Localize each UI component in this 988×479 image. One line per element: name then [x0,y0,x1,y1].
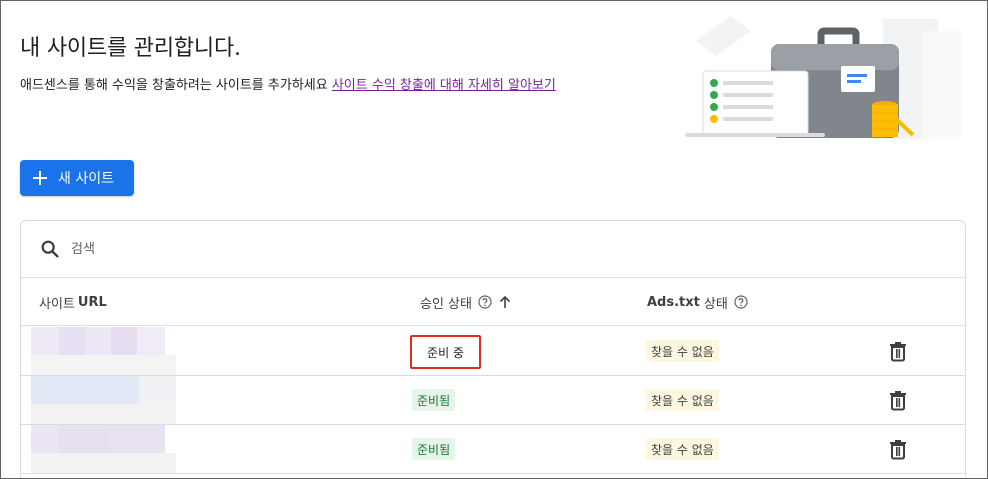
search-input[interactable] [71,241,371,257]
table-row[interactable]: 준비됨 찾을 수 없음 [21,376,965,425]
ads-txt-status-badge: 찾을 수 없음 [646,340,719,362]
page-subtitle: 애드센스를 통해 수익을 창출하려는 사이트를 추가하세요 사이트 수익 창출에… [20,74,556,93]
sites-illustration [685,16,961,139]
sites-table-card: 사이트 URL 승인 상태 Ads.txt 상태 [20,220,966,478]
site-url-redacted [31,425,176,473]
column-site-url-bold: URL [77,294,107,310]
help-circle-icon[interactable] [478,295,492,309]
column-site-url[interactable]: 사이트 URL [39,278,107,326]
table-header: 사이트 URL 승인 상태 Ads.txt 상태 [21,278,965,326]
column-site-url-label: 사이트 [39,296,75,312]
column-ads-txt-suffix: 상태 [703,296,728,312]
search-bar[interactable] [21,221,965,278]
page-title: 내 사이트를 관리합니다. [20,36,241,61]
column-approval-status[interactable]: 승인 상태 [420,278,512,326]
plus-icon [33,171,47,185]
trash-icon[interactable] [887,389,909,411]
help-circle-icon[interactable] [734,295,748,309]
arrow-up-icon[interactable] [498,295,512,309]
ads-txt-status-badge: 찾을 수 없음 [646,389,719,411]
site-url-redacted [31,376,176,424]
approval-status-badge: 준비됨 [412,438,456,460]
learn-more-link[interactable]: 사이트 수익 창출에 대해 자세히 알아보기 [332,78,556,93]
table-row[interactable]: 준비됨 찾을 수 없음 [21,425,965,474]
trash-icon[interactable] [887,340,909,362]
search-icon [41,240,59,258]
ads-txt-status-badge: 찾을 수 없음 [646,438,719,460]
page-frame: 내 사이트를 관리합니다. 애드센스를 통해 수익을 창출하려는 사이트를 추가… [0,0,988,479]
subtitle-text: 애드센스를 통해 수익을 창출하려는 사이트를 추가하세요 [20,78,328,93]
approval-status-badge: 준비 중 [410,335,481,369]
new-site-button[interactable]: 새 사이트 [20,160,134,196]
column-ads-txt-label: Ads.txt [647,294,700,310]
table-row[interactable]: 준비 중 찾을 수 없음 [21,327,965,376]
column-approval-status-label: 승인 상태 [420,296,472,312]
column-ads-txt-status[interactable]: Ads.txt 상태 [647,278,748,326]
site-url-redacted [31,327,176,375]
new-site-label: 새 사이트 [58,171,114,187]
trash-icon[interactable] [887,438,909,460]
approval-status-badge: 준비됨 [412,389,456,411]
